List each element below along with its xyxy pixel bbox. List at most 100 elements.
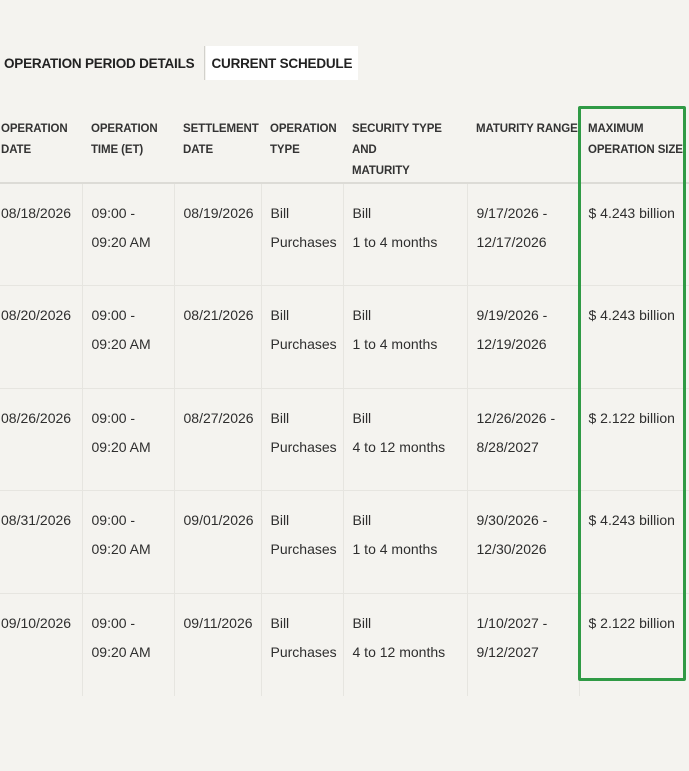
cell-text: Bill [270,512,290,528]
cell-text: $ 4.243 billion [588,307,675,323]
schedule-tabs: OPERATION PERIOD DETAILS CURRENT SCHEDUL… [0,46,359,80]
cell-text: $ 2.122 billion [588,614,675,631]
cell-text: Bill [270,307,290,323]
cell-maturity-range: 9/19/2026 - 12/19/2026 [467,285,580,389]
cell-security-type: Bill 4 to 12 months [343,388,468,491]
cell-text: Purchases [270,643,337,660]
cell-maximum-operation-size: $ 4.243 billion [579,285,689,389]
cell-text: 12/17/2026 [476,234,547,250]
cell-operation-date: 08/20/2026 [0,285,83,389]
header-operation-type: OPERATION TYPE [261,104,343,184]
cell-operation-time: 09:00 - 09:20 AM [82,490,175,594]
tab-operation-period-details[interactable]: OPERATION PERIOD DETAILS [0,46,206,80]
header-text: OPERATION [91,123,158,135]
cell-operation-time: 09:00 - 09:20 AM [82,285,175,389]
cell-text: $ 4.243 billion [588,512,675,528]
header-security-type: SECURITY TYPE AND MATURITY [343,104,467,184]
cell-text: Bill [352,409,372,426]
cell-text: 12/26/2026 - [476,409,556,426]
cell-operation-date: 08/31/2026 [0,490,83,594]
cell-operation-date: 09/10/2026 [0,593,83,696]
schedule-table: OPERATION DATE OPERATION TIME (ET) SETTL… [0,104,689,696]
cell-text: 08/27/2026 [183,409,254,426]
cell-text: 12/19/2026 [476,336,547,352]
cell-text: Bill [270,409,290,426]
header-settlement-date: SETTLEMENT DATE [174,104,261,184]
cell-operation-type: Bill Purchases [261,490,344,594]
cell-text: 8/28/2027 [476,438,539,455]
header-text: SETTLEMENT [183,123,259,135]
cell-maximum-operation-size: $ 2.122 billion [579,593,689,696]
tab-current-schedule[interactable]: CURRENT SCHEDULE [206,46,359,80]
header-text: MATURITY RANGE [476,123,578,135]
cell-text: 9/19/2026 - [476,307,548,323]
cell-text: 08/21/2026 [183,307,254,323]
cell-security-type: Bill 1 to 4 months [343,285,468,389]
cell-text: 1 to 4 months [352,336,438,352]
cell-text: 09:20 AM [91,643,151,660]
cell-settlement-date: 08/27/2026 [174,388,262,491]
cell-text: $ 2.122 billion [588,409,675,426]
cell-text: 09:00 - [91,409,136,426]
cell-text: 09:20 AM [91,541,151,557]
cell-text: Bill [270,205,290,221]
cell-text: 1 to 4 months [352,234,438,250]
cell-text: Bill [352,512,372,528]
header-maximum-operation-size: MAXIMUM OPERATION SIZE [579,104,689,184]
cell-text: Bill [352,614,372,631]
header-text: OPERATION SIZE [588,144,683,156]
cell-text: 12/30/2026 [476,541,547,557]
cell-operation-type: Bill Purchases [261,593,344,696]
header-text: TIME (ET) [91,144,144,156]
cell-operation-date: 08/26/2026 [0,388,83,491]
cell-text: 09:20 AM [91,438,151,455]
cell-text: 09/11/2026 [183,614,253,631]
cell-text: Purchases [270,438,337,455]
cell-text: 08/26/2026 [1,409,72,426]
cell-security-type: Bill 1 to 4 months [343,490,468,594]
cell-text: 09:00 - [91,307,136,323]
header-text: DATE [183,144,214,156]
table-row: 08/20/2026 09:00 - 09:20 AM 08/21/2026 B… [0,285,689,389]
tab-current-schedule-label: CURRENT SCHEDULE [211,55,353,71]
table-row: 08/26/2026 09:00 - 09:20 AM 08/27/2026 B… [0,388,689,491]
cell-text: 4 to 12 months [352,643,446,660]
cell-text: 09/10/2026 [1,614,72,631]
table-row: 08/18/2026 09:00 - 09:20 AM 08/19/2026 B… [0,183,689,286]
cell-operation-type: Bill Purchases [261,183,344,286]
header-text: MAXIMUM [588,123,644,135]
header-text: TYPE [270,144,300,156]
cell-text: Purchases [270,234,337,250]
cell-text: 09:00 - [91,614,136,631]
cell-text: 09:20 AM [91,234,151,250]
cell-text: $ 4.243 billion [588,205,675,221]
cell-maximum-operation-size: $ 2.122 billion [579,388,689,491]
cell-text: 1/10/2027 - [476,614,548,631]
cell-text: Bill [270,614,290,631]
cell-settlement-date: 09/01/2026 [174,490,262,594]
cell-settlement-date: 08/19/2026 [174,183,262,286]
cell-text: 9/30/2026 - [476,512,548,528]
cell-maturity-range: 12/26/2026 - 8/28/2027 [467,388,580,491]
cell-maturity-range: 1/10/2027 - 9/12/2027 [467,593,580,696]
cell-operation-time: 09:00 - 09:20 AM [82,388,175,491]
header-text: OPERATION [1,123,68,135]
schedule-table-container: OPERATION DATE OPERATION TIME (ET) SETTL… [0,104,689,696]
cell-operation-time: 09:00 - 09:20 AM [82,183,175,286]
header-operation-time: OPERATION TIME (ET) [82,104,174,184]
header-text: OPERATION [270,123,337,135]
cell-text: 08/19/2026 [183,205,254,221]
cell-text: 09:20 AM [91,336,151,352]
cell-text: 9/12/2027 [476,643,539,660]
header-text: MATURITY [352,165,410,177]
cell-security-type: Bill 1 to 4 months [343,183,468,286]
cell-text: 08/31/2026 [1,512,72,528]
cell-text: Purchases [270,336,337,352]
cell-text: 08/20/2026 [1,307,72,323]
header-operation-date: OPERATION DATE [0,104,82,184]
cell-text: 09:00 - [91,512,136,528]
cell-text: 08/18/2026 [1,205,72,221]
table-header-row: OPERATION DATE OPERATION TIME (ET) SETTL… [0,104,689,184]
cell-maturity-range: 9/30/2026 - 12/30/2026 [467,490,580,594]
cell-text: 09:00 - [91,205,136,221]
